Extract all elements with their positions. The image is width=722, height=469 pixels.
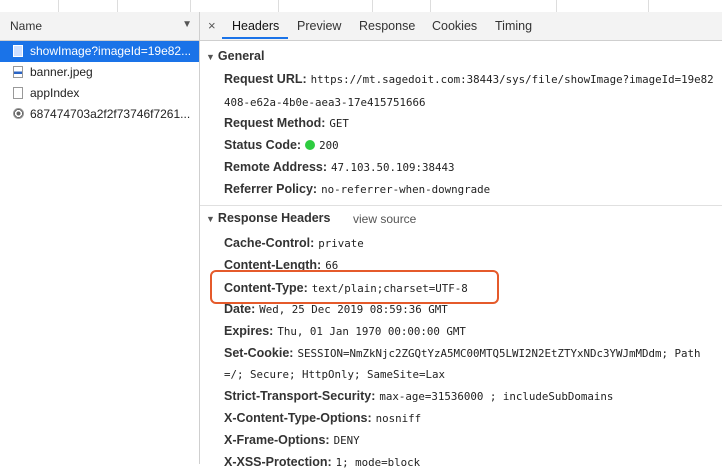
referrer-policy-value: no-referrer-when-downgrade <box>321 183 491 196</box>
column-divider <box>648 0 649 12</box>
jpeg-file-icon <box>13 66 23 78</box>
referrer-policy-key: Referrer Policy: <box>224 182 318 196</box>
x-xss-protection-row: X-XSS-Protection: 1; mode=block <box>224 455 420 469</box>
set-cookie-value: SESSION=NmZkNjc2ZGQtYzA5MC00MTQ5LWI2N2Et… <box>297 347 701 360</box>
view-source-link[interactable]: view source <box>353 212 416 226</box>
column-divider <box>58 0 59 12</box>
column-divider <box>278 0 279 12</box>
xxss-key: X-XSS-Protection: <box>224 455 332 469</box>
remote-address-key: Remote Address: <box>224 160 328 174</box>
request-method-key: Request Method: <box>224 116 326 130</box>
tab-cookies[interactable]: Cookies <box>432 19 477 33</box>
xfo-key: X-Frame-Options: <box>224 433 330 447</box>
name-column-label: Name <box>10 19 43 33</box>
xcto-key: X-Content-Type-Options: <box>224 411 372 425</box>
request-list-panel: Name ▼ showImage?imageId=19e82... banner… <box>0 12 200 464</box>
request-method-value: GET <box>329 117 349 130</box>
request-item-showimage[interactable]: showImage?imageId=19e82... <box>0 41 199 62</box>
status-code-value: 200 <box>319 139 339 152</box>
request-url-key: Request URL: <box>224 72 307 86</box>
column-divider <box>430 0 431 12</box>
sort-down-icon[interactable]: ▼ <box>182 19 192 30</box>
request-url-value: https://mt.sagedoit.com:38443/sys/file/s… <box>310 73 714 86</box>
strict-transport-security-row: Strict-Transport-Security: max-age=315360… <box>224 389 613 403</box>
tab-preview[interactable]: Preview <box>297 19 341 33</box>
tab-headers[interactable]: Headers <box>232 19 279 33</box>
tab-timing[interactable]: Timing <box>495 19 532 33</box>
remote-address-row: Remote Address: 47.103.50.109:38443 <box>224 160 455 174</box>
sts-value: max-age=31536000 ; includeSubDomains <box>379 390 614 403</box>
request-item-687474[interactable]: 687474703a2f2f73746f7261... <box>0 104 199 125</box>
cache-control-row: Cache-Control: private <box>224 236 364 250</box>
column-divider <box>372 0 373 12</box>
detail-tabs: × Headers Preview Response Cookies Timin… <box>200 12 722 41</box>
response-headers-section-header[interactable]: ▼ Response Headers <box>206 211 330 225</box>
referrer-policy-row: Referrer Policy: no-referrer-when-downgra… <box>224 182 490 196</box>
request-url-row: Request URL: https://mt.sagedoit.com:3844… <box>224 72 714 86</box>
request-item-appindex[interactable]: appIndex <box>0 83 199 104</box>
expand-triangle-icon: ▼ <box>206 214 215 224</box>
name-column-header[interactable]: Name ▼ <box>0 12 199 41</box>
top-strip <box>0 0 722 12</box>
request-item-label: appIndex <box>30 86 80 100</box>
gear-file-icon <box>13 108 24 119</box>
general-section-title: General <box>217 49 265 63</box>
document-icon <box>13 87 23 99</box>
tab-response[interactable]: Response <box>359 19 415 33</box>
close-icon[interactable]: × <box>208 18 216 33</box>
image-file-icon <box>13 45 23 57</box>
request-url-continuation: 408-e62a-4b0e-aea3-17e415751666 <box>224 96 426 109</box>
column-divider <box>190 0 191 12</box>
date-value: Wed, 25 Dec 2019 08:59:36 GMT <box>259 303 448 316</box>
xcto-value: nosniff <box>375 412 422 425</box>
cache-control-value: private <box>318 237 364 250</box>
expires-row: Expires: Thu, 01 Jan 1970 00:00:00 GMT <box>224 324 466 338</box>
x-content-type-options-row: X-Content-Type-Options: nosniff <box>224 411 421 425</box>
request-item-label: showImage?imageId=19e82... <box>30 44 192 58</box>
status-ok-icon <box>305 140 316 150</box>
date-key: Date: <box>224 302 256 316</box>
set-cookie-continuation: =/; Secure; HttpOnly; SameSite=Lax <box>224 368 446 381</box>
sts-key: Strict-Transport-Security: <box>224 389 376 403</box>
status-code-row: Status Code: 200 <box>224 138 339 152</box>
expand-triangle-icon: ▼ <box>206 52 215 62</box>
xxss-value: 1; mode=block <box>335 456 421 469</box>
set-cookie-row: Set-Cookie: SESSION=NmZkNjc2ZGQtYzA5MC00M… <box>224 346 700 360</box>
request-detail-panel: × Headers Preview Response Cookies Timin… <box>200 12 722 469</box>
section-divider <box>200 205 722 206</box>
set-cookie-key: Set-Cookie: <box>224 346 294 360</box>
content-type-highlight-box <box>210 270 499 304</box>
expires-key: Expires: <box>224 324 274 338</box>
date-row: Date: Wed, 25 Dec 2019 08:59:36 GMT <box>224 302 448 316</box>
request-item-banner[interactable]: banner.jpeg <box>0 62 199 83</box>
expires-value: Thu, 01 Jan 1970 00:00:00 GMT <box>277 325 466 338</box>
request-item-label: 687474703a2f2f73746f7261... <box>30 107 191 121</box>
column-divider <box>556 0 557 12</box>
active-tab-indicator <box>222 37 288 39</box>
request-item-label: banner.jpeg <box>30 65 93 79</box>
remote-address-value: 47.103.50.109:38443 <box>331 161 455 174</box>
cache-control-key: Cache-Control: <box>224 236 315 250</box>
status-code-key: Status Code: <box>224 138 302 152</box>
general-section-header[interactable]: ▼ General <box>206 49 264 63</box>
x-frame-options-row: X-Frame-Options: DENY <box>224 433 360 447</box>
column-divider <box>117 0 118 12</box>
response-headers-title: Response Headers <box>217 211 331 225</box>
xfo-value: DENY <box>333 434 360 447</box>
request-method-row: Request Method: GET <box>224 116 349 130</box>
